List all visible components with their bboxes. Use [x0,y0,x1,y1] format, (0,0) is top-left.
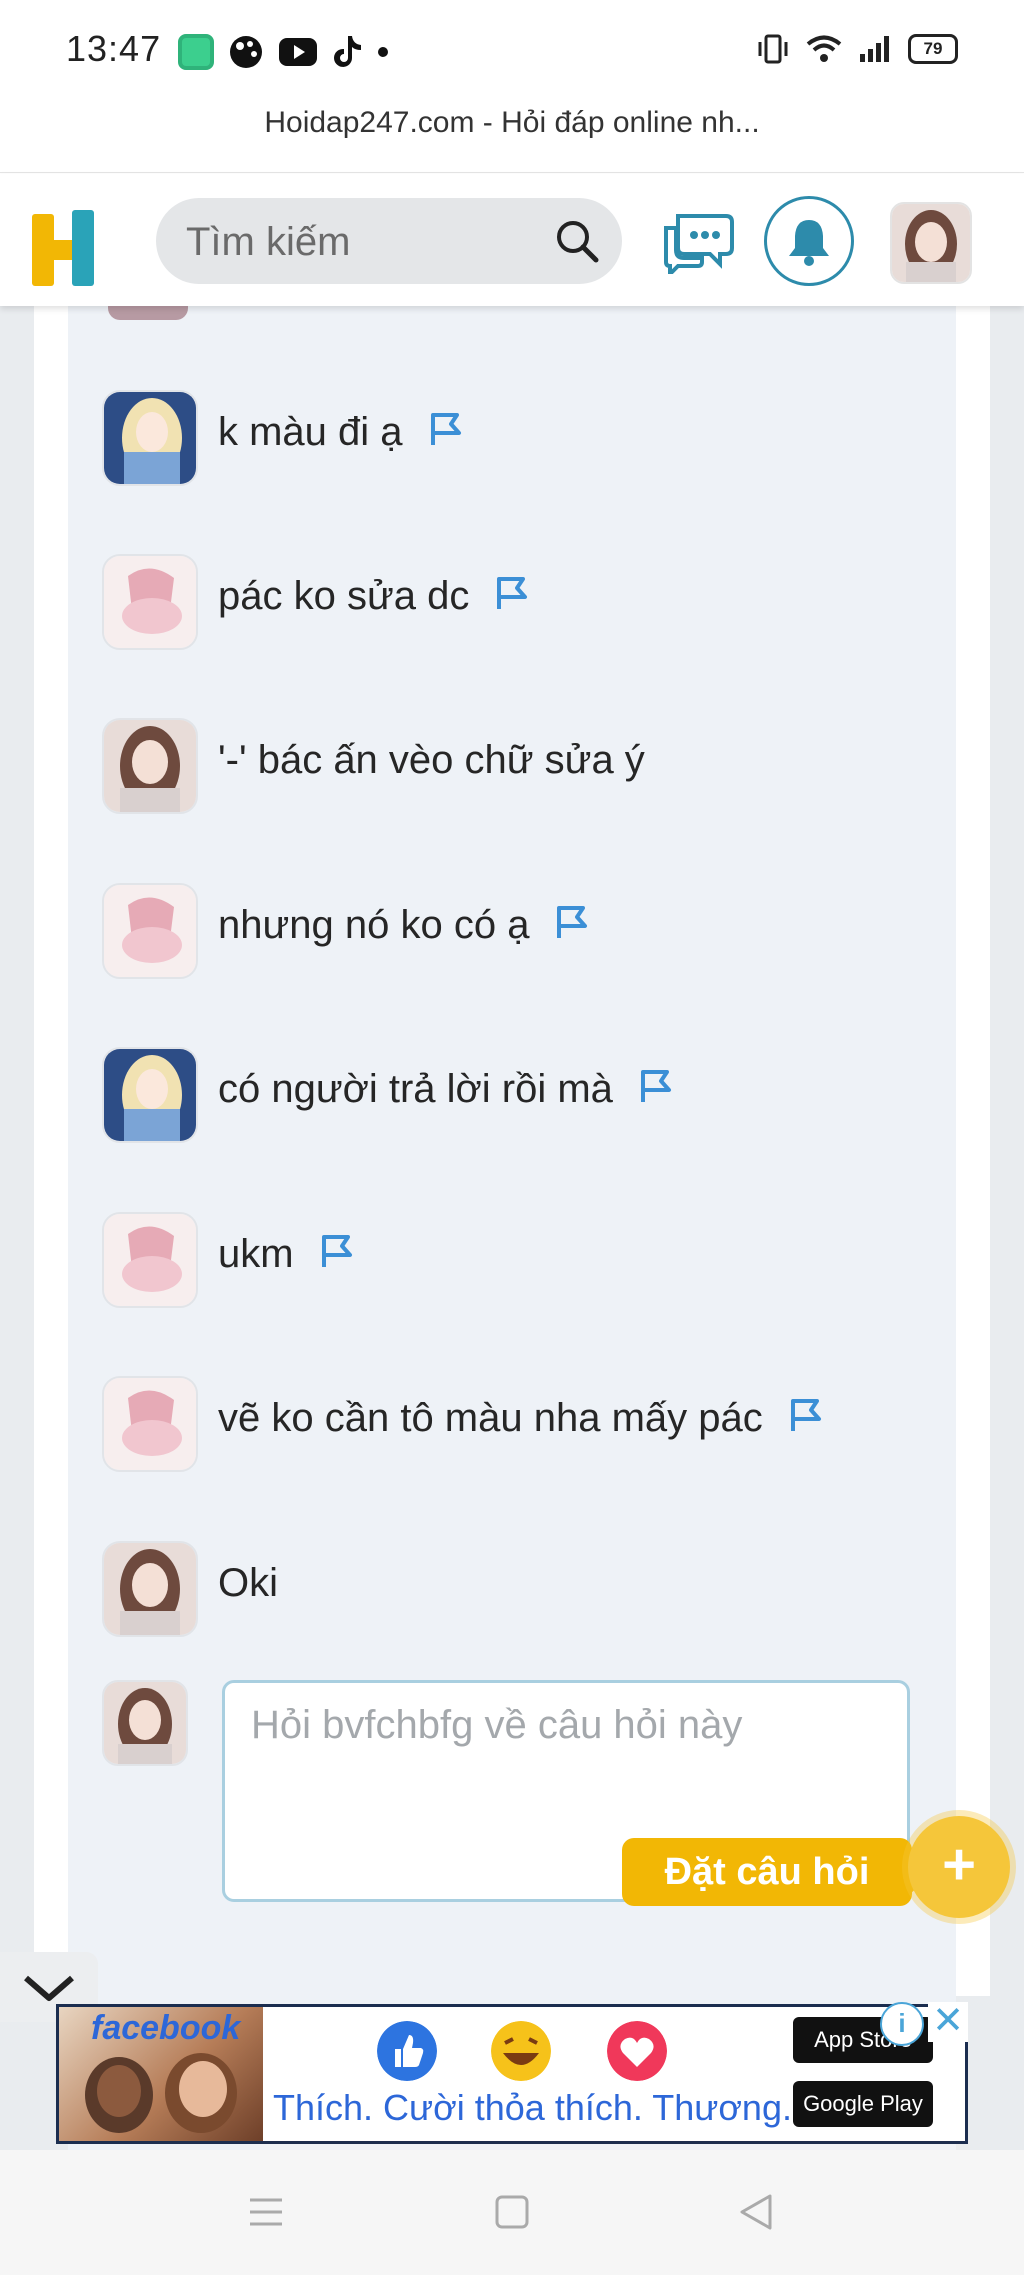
ask-question-button[interactable]: + [908,1816,1010,1918]
hoidap-logo-icon[interactable] [32,210,98,286]
comment-text: k màu đi ạ [218,410,463,455]
comment-item: '-' bác ấn vèo chữ sửa ý [102,718,962,818]
report-flag-icon[interactable] [429,411,463,447]
laugh-emoji-icon [491,2021,551,2081]
comment-text: ukm [218,1232,354,1277]
avatar[interactable] [102,554,198,650]
avatar[interactable] [102,718,198,814]
tiktok-app-icon [334,36,361,67]
avatar[interactable] [102,883,198,979]
comment-text: Oki [218,1561,278,1605]
page-title: Hoidap247.com - Hỏi đáp online nh... [264,106,760,139]
android-nav-bar [0,2150,1024,2275]
comment-item: k màu đi ạ [102,390,962,490]
google-play-badge[interactable]: Google Play [793,2081,933,2127]
bell-icon [789,220,829,266]
palette-app-icon [230,36,262,68]
battery-icon: 79 [908,34,958,64]
search-input[interactable] [184,198,548,286]
notification-icons [178,30,388,74]
comment-item: có người trả lời rồi mà [102,1047,962,1147]
comment-text: nhưng nó ko có ạ [218,903,589,948]
user-avatar[interactable] [890,202,972,284]
facebook-logo: facebook [91,2009,241,2047]
ask-question-label[interactable]: Đặt câu hỏi [622,1838,934,1906]
report-flag-icon[interactable] [639,1068,673,1104]
more-dot-icon [378,47,388,57]
comment-item: nhưng nó ko có ạ [102,883,962,983]
report-flag-icon[interactable] [320,1233,354,1269]
report-flag-icon[interactable] [555,904,589,940]
search-icon[interactable] [552,216,602,266]
comment-item: pác ko sửa dc [102,554,962,654]
ad-tagline: Thích. Cười thỏa thích. Thương. [273,2087,792,2128]
notification-button[interactable] [764,196,854,286]
page-content: k màu đi ạ pác ko sửa dc '-' bác ấn vèo … [0,266,1024,2240]
report-flag-icon[interactable] [789,1397,823,1433]
status-bar: 13:47 79 [0,0,1024,100]
comment-item: vẽ ko cần tô màu nha mấy pác [102,1376,962,1476]
current-user-avatar [102,1680,188,1766]
search-bar[interactable] [156,198,622,286]
ad-close-icon[interactable]: ✕ [928,2002,968,2042]
avatar[interactable] [102,390,198,486]
plus-icon: + [942,1832,976,1897]
status-time: 13:47 [66,28,162,69]
back-icon[interactable] [736,2192,776,2232]
love-emoji-icon [607,2021,667,2081]
avatar[interactable] [102,1376,198,1472]
anime-avatar-image [104,1049,196,1141]
comment-item: Oki [102,1541,962,1641]
menu-icon[interactable] [246,2192,286,2232]
signal-icon [860,36,889,62]
anime-avatar-image [104,1543,196,1635]
avatar[interactable] [102,1212,198,1308]
vibrate-icon [758,34,788,64]
comment-item: ukm [102,1212,962,1312]
site-header [0,174,1024,306]
comment-text: có người trả lời rồi mà [218,1067,673,1112]
anime-avatar-image [104,1378,196,1470]
comment-text: pác ko sửa dc [218,574,529,619]
avatar[interactable] [102,1541,198,1637]
anime-avatar-image [104,556,196,648]
anime-avatar-image [104,885,196,977]
anime-avatar-image [104,1214,196,1306]
ad-banner[interactable]: facebook App Store Google Play Thích. Cư… [56,2004,968,2144]
avatar-image [892,204,970,282]
avatar[interactable] [102,1047,198,1143]
youtube-app-icon [279,38,317,66]
like-emoji-icon [377,2021,437,2081]
browser-url-bar[interactable]: Hoidap247.com - Hỏi đáp online nh... [0,100,1024,173]
comment-text: vẽ ko cần tô màu nha mấy pác [218,1396,823,1441]
chat-icon[interactable] [662,212,736,274]
report-flag-icon[interactable] [495,575,529,611]
ad-info-icon[interactable]: i [880,2002,924,2046]
home-icon[interactable] [492,2192,532,2232]
clipped-avatar [108,306,188,320]
system-status-icons: 79 [756,32,958,66]
wifi-icon [806,35,842,62]
note-app-icon [178,34,214,70]
anime-avatar-image [104,392,196,484]
anime-avatar-image [104,720,196,812]
anime-avatar-image [104,1682,186,1764]
comment-text: '-' bác ấn vèo chữ sửa ý [218,738,645,782]
